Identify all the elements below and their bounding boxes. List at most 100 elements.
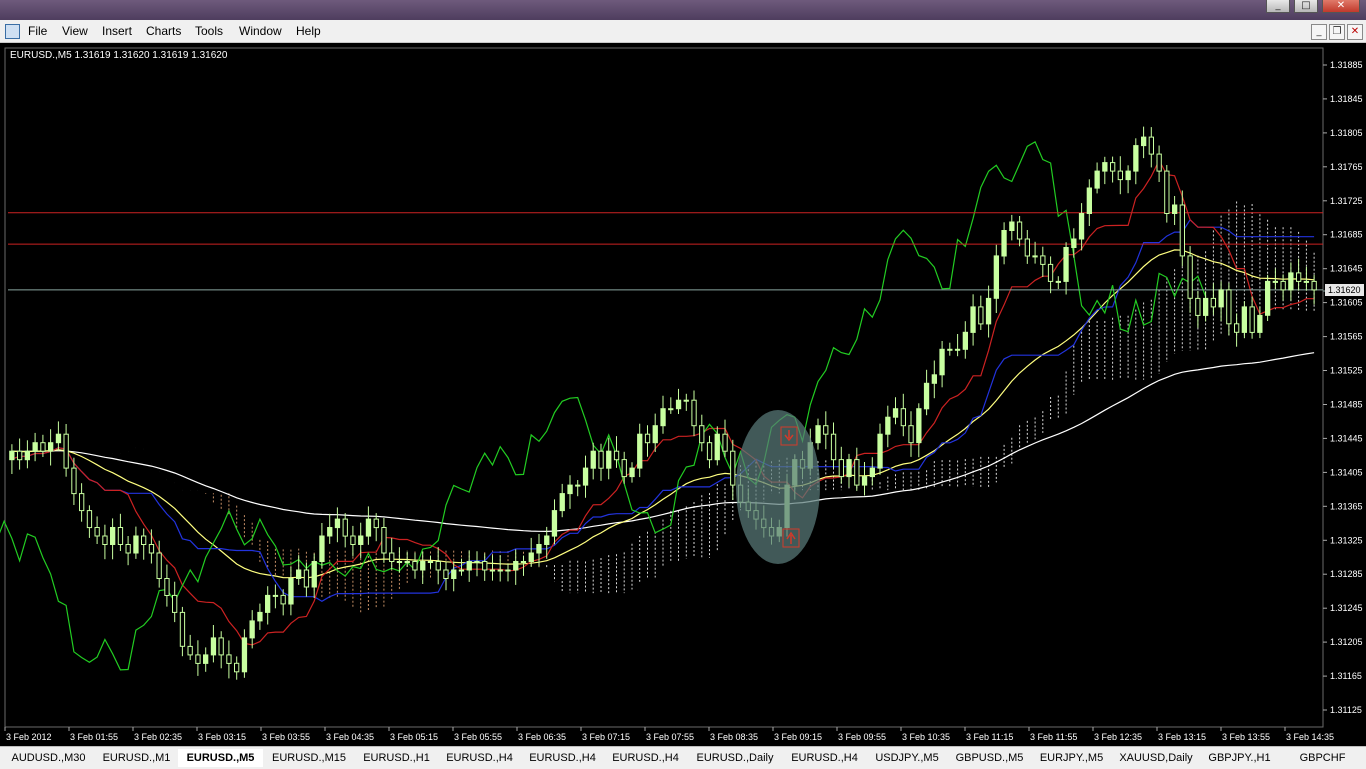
candle-body	[55, 433, 62, 444]
price-axis-label: 1.31165	[1330, 671, 1362, 681]
candle-body	[869, 467, 876, 478]
candle-body	[621, 459, 627, 478]
time-axis-label: 3 Feb 09:55	[838, 732, 886, 742]
candle-body	[296, 569, 302, 579]
candle-body	[203, 654, 209, 664]
candle-body	[1156, 153, 1162, 172]
candle-body	[420, 561, 426, 571]
menu-view[interactable]: View	[62, 24, 88, 38]
time-axis-label: 3 Feb 09:15	[774, 732, 822, 742]
candle-body	[474, 561, 480, 563]
candle-body	[141, 535, 147, 545]
chart-tab[interactable]: EURUSD.,H4	[604, 749, 688, 767]
menu-insert[interactable]: Insert	[102, 24, 132, 38]
candle-body	[241, 637, 248, 673]
price-axis-label: 1.31325	[1330, 535, 1363, 545]
candle-body	[110, 527, 116, 545]
price-chart[interactable]: 1.31620 EURUSD.,M5 1.31619 1.31620 1.316…	[0, 44, 1366, 746]
price-axis-label: 1.31645	[1330, 264, 1363, 274]
price-axis-label: 1.31845	[1330, 94, 1363, 104]
menu-window[interactable]: Window	[239, 24, 282, 38]
price-axis-label: 1.31245	[1330, 603, 1363, 613]
candle-body	[71, 467, 77, 495]
menu-charts[interactable]: Charts	[146, 24, 181, 38]
candle-body	[1055, 280, 1061, 283]
window-maximize-button[interactable]: □	[1294, 0, 1318, 13]
chart-tab[interactable]: GBPCHF	[1279, 749, 1366, 767]
chart-tab[interactable]: EURUSD.,H1	[355, 749, 439, 767]
candle-body	[148, 544, 155, 554]
candle-body	[303, 569, 310, 588]
menu-tools[interactable]: Tools	[195, 24, 223, 38]
chart-tab[interactable]: EURJPY.,M5	[1031, 749, 1113, 767]
time-axis-label: 3 Feb 07:55	[646, 732, 694, 742]
chart-close-button[interactable]: ✕	[1347, 24, 1363, 40]
candle-body	[978, 306, 984, 325]
time-axis-label: 3 Feb 02:35	[134, 732, 182, 742]
chart-tab[interactable]: AUDUSD.,M30	[2, 749, 96, 767]
candle-body	[342, 518, 348, 537]
candle-body	[970, 306, 976, 333]
window-close-button[interactable]: ✕	[1322, 0, 1360, 13]
menu-help[interactable]: Help	[296, 24, 321, 38]
candle-body	[319, 535, 325, 562]
candle-body	[861, 476, 868, 486]
candle-body	[117, 527, 124, 545]
candle-body	[947, 348, 953, 351]
price-axis-label: 1.31605	[1330, 298, 1363, 308]
candle-body	[513, 561, 519, 571]
candle-body	[40, 442, 46, 452]
time-axis-label: 3 Feb 2012	[6, 732, 52, 742]
price-axis-label: 1.31685	[1330, 230, 1363, 240]
price-axis-label: 1.31205	[1330, 637, 1363, 647]
time-axis-label: 3 Feb 03:15	[198, 732, 246, 742]
chart-tab[interactable]: USDJPY.,M5	[866, 749, 949, 767]
candle-body	[877, 433, 883, 469]
chart-tab[interactable]: EURUSD.,M15	[263, 749, 356, 767]
menu-file[interactable]: File	[28, 24, 47, 38]
price-axis-label: 1.31285	[1330, 569, 1363, 579]
candle-body	[714, 433, 720, 461]
candle-body	[497, 569, 503, 572]
candle-body	[17, 450, 23, 461]
chart-tab[interactable]: XAUUSD,Daily	[1112, 749, 1201, 767]
candle-body	[644, 433, 651, 444]
chart-restore-button[interactable]: ❐	[1329, 24, 1345, 40]
candle-body	[900, 408, 907, 427]
chart-window-icon[interactable]	[5, 24, 20, 39]
candle-body	[396, 561, 403, 563]
candle-body	[1203, 297, 1209, 316]
chart-canvas[interactable]: 1.31620 EURUSD.,M5 1.31619 1.31620 1.316…	[0, 44, 1366, 746]
time-axis-label: 3 Feb 11:55	[1030, 732, 1077, 742]
candle-body	[102, 535, 108, 545]
candle-body	[164, 578, 170, 596]
price-axis-label: 1.31485	[1330, 400, 1363, 410]
price-axis: 1.31885 1.31845 1.31805 1.31765 1.31725 1.316…	[1323, 60, 1363, 715]
candle-body	[582, 467, 589, 486]
chart-tab[interactable]: EURUSD.,M1	[95, 749, 179, 767]
chart-tab[interactable]: EURUSD.,H4	[783, 749, 867, 767]
window-minimize-button[interactable]: _	[1266, 0, 1290, 13]
candle-body	[234, 662, 240, 673]
time-axis-label: 3 Feb 14:35	[1286, 732, 1334, 742]
chart-minimize-button[interactable]: _	[1311, 24, 1327, 40]
time-axis-label: 3 Feb 01:55	[70, 732, 118, 742]
chart-tab[interactable]: EURUSD.,H4	[521, 749, 605, 767]
candle-body	[458, 569, 465, 572]
chart-tab[interactable]: GBPJPY.,H1	[1200, 749, 1280, 767]
candle-body	[1249, 306, 1255, 333]
chart-tab[interactable]: EURUSD.,H4	[438, 749, 522, 767]
chart-tab[interactable]: EURUSD.,M5	[178, 749, 264, 767]
candle-body	[482, 561, 488, 571]
chart-tab[interactable]: GBPUSD.,M5	[948, 749, 1032, 767]
candle-body	[838, 459, 845, 478]
time-axis-label: 3 Feb 11:15	[966, 732, 1013, 742]
time-axis-label: 3 Feb 05:55	[454, 732, 502, 742]
chart-tab[interactable]: EURUSD.,Daily	[687, 749, 784, 767]
price-axis-label: 1.31765	[1330, 162, 1363, 172]
candle-body	[1218, 289, 1224, 308]
time-axis-label: 3 Feb 08:35	[710, 732, 758, 742]
candle-body	[551, 510, 558, 537]
candle-body	[606, 450, 612, 469]
window-title-bar: _ □ ✕	[0, 0, 1366, 20]
